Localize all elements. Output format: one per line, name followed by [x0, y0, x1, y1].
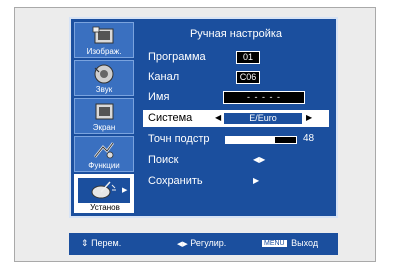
- right-arrow-icon: ▶: [253, 176, 260, 185]
- save-label: Сохранить: [148, 175, 203, 187]
- fine-tune-slider-fill: [226, 137, 275, 143]
- program-label: Программа: [148, 51, 206, 63]
- up-down-arrows-icon: ⇕: [81, 238, 89, 248]
- sidebar-item-label: Изображ.: [86, 47, 122, 56]
- row-name[interactable]: Имя - - - - -: [143, 89, 329, 106]
- sidebar-item-screen[interactable]: Экран: [74, 98, 134, 134]
- menu-key-icon: MENU: [262, 240, 287, 248]
- sidebar: Изображ. Звук Экран Функции ▶ Установ: [74, 22, 134, 215]
- search-label: Поиск: [148, 154, 179, 166]
- screen-icon: [95, 103, 114, 120]
- fine-tune-slider[interactable]: [225, 136, 297, 144]
- row-save[interactable]: Сохранить ▶: [143, 173, 329, 190]
- channel-label: Канал: [148, 71, 180, 83]
- move-label: Перем.: [91, 238, 122, 248]
- row-channel[interactable]: Канал C06: [143, 69, 329, 86]
- setup-arrow-icon: ▶: [122, 187, 128, 194]
- osd-menu: Изображ. Звук Экран Функции ▶ Установ Ру…: [69, 17, 338, 218]
- sidebar-item-label: Звук: [95, 85, 113, 94]
- channel-value: C06: [236, 71, 260, 84]
- row-fine-tune[interactable]: Точн подстр 48: [143, 131, 329, 148]
- left-right-arrows-icon: ◀▶: [253, 155, 266, 164]
- left-arrow-icon[interactable]: ◀: [215, 113, 221, 122]
- name-value: - - - - -: [223, 91, 305, 104]
- menu-title: Ручная настройка: [189, 28, 283, 40]
- sidebar-item-label: Функции: [88, 161, 120, 170]
- adjust-label: Регулир.: [190, 238, 227, 248]
- sidebar-item-sound[interactable]: Звук: [74, 60, 134, 96]
- fine-tune-label: Точн подстр: [148, 133, 210, 145]
- settings-panel: Ручная настройка Программа 01 Канал C06 …: [137, 19, 335, 216]
- program-value: 01: [236, 51, 260, 64]
- sound-icon: [94, 64, 114, 84]
- right-arrow-icon[interactable]: ▶: [306, 113, 312, 122]
- move-hint: ⇕ Перем.: [81, 238, 121, 249]
- row-search[interactable]: Поиск ◀▶: [143, 152, 329, 169]
- adjust-hint: ◀▶ Регулир.: [177, 238, 226, 248]
- setup-icon: [91, 181, 116, 199]
- tv-screen: Изображ. Звук Экран Функции ▶ Установ Ру…: [0, 0, 398, 271]
- system-value: E/Euro: [223, 112, 303, 125]
- fine-tune-value: 48: [303, 133, 315, 144]
- system-label: Система: [148, 112, 193, 124]
- sidebar-item-label: Экран: [92, 123, 116, 132]
- functions-icon: [94, 142, 114, 159]
- row-system[interactable]: Система ◀ E/Euro ▶: [143, 110, 329, 127]
- sidebar-item-functions[interactable]: Функции: [74, 136, 134, 172]
- left-right-arrows-icon: ◀▶: [177, 241, 188, 248]
- row-program[interactable]: Программа 01: [143, 49, 329, 66]
- sidebar-item-label: Установ: [76, 203, 134, 213]
- exit-hint: MENU Выход: [262, 238, 318, 248]
- help-bar: ⇕ Перем. ◀▶ Регулир. MENU Выход: [69, 233, 338, 255]
- sidebar-item-setup[interactable]: ▶ Установ: [74, 174, 134, 213]
- exit-label: Выход: [291, 238, 319, 248]
- picture-icon: [92, 26, 114, 44]
- sidebar-item-picture[interactable]: Изображ.: [74, 22, 134, 58]
- name-label: Имя: [148, 91, 170, 103]
